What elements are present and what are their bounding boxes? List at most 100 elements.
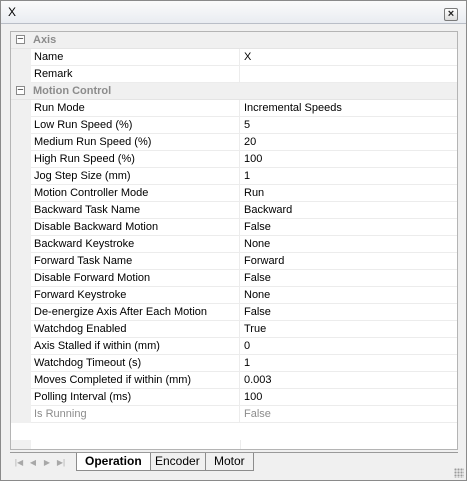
property-row[interactable]: Is Running False (11, 406, 457, 423)
row-margin (11, 236, 31, 253)
collapse-toggle[interactable]: − (16, 33, 25, 45)
row-margin (11, 49, 31, 66)
property-name[interactable]: Motion Controller Mode (32, 185, 240, 201)
property-value[interactable]: False (241, 270, 457, 286)
tab-encoder[interactable]: Encoder (146, 453, 209, 471)
property-name[interactable]: De-energize Axis After Each Motion (32, 304, 240, 320)
property-name[interactable]: Jog Step Size (mm) (32, 168, 240, 184)
tab-navigation: |◀ ◀ ▶ ▶| (12, 456, 68, 469)
property-name[interactable]: Axis Stalled if within (mm) (32, 338, 240, 354)
property-row[interactable]: Motion Controller Mode Run (11, 185, 457, 202)
property-row[interactable]: Forward Task Name Forward (11, 253, 457, 270)
resize-grip[interactable] (454, 468, 464, 478)
row-margin (11, 321, 31, 338)
property-name[interactable]: Medium Run Speed (%) (32, 134, 240, 150)
property-name[interactable]: Forward Task Name (32, 253, 240, 269)
row-margin (11, 304, 31, 321)
minus-icon: − (17, 84, 24, 96)
property-name[interactable]: Is Running (32, 406, 240, 422)
property-value[interactable]: None (241, 236, 457, 252)
property-name[interactable]: Low Run Speed (%) (32, 117, 240, 133)
property-row[interactable]: Run Mode Incremental Speeds (11, 100, 457, 117)
tab-operation[interactable]: Operation (76, 453, 151, 471)
property-value[interactable]: False (241, 304, 457, 320)
property-value[interactable]: False (241, 219, 457, 235)
property-value[interactable]: 0 (241, 338, 457, 354)
property-name[interactable]: Name (32, 49, 240, 65)
property-rows: − Axis Name X Remark − Motion Control Run Mode I… (11, 32, 457, 423)
property-value[interactable]: 1 (241, 355, 457, 371)
row-margin (11, 338, 31, 355)
property-name[interactable]: Moves Completed if within (mm) (32, 372, 240, 388)
first-tab-icon[interactable]: |◀ (12, 456, 26, 469)
title-bar[interactable]: X × (1, 1, 466, 24)
collapse-toggle[interactable]: − (16, 84, 25, 96)
close-button[interactable]: × (444, 8, 458, 21)
property-value[interactable]: 100 (241, 151, 457, 167)
property-grid: − Axis Name X Remark − Motion Control Run Mode I… (10, 31, 458, 450)
property-row[interactable]: Disable Backward Motion False (11, 219, 457, 236)
row-margin (11, 117, 31, 134)
property-value[interactable]: Run (241, 185, 457, 201)
property-value[interactable]: None (241, 287, 457, 303)
row-margin (11, 151, 31, 168)
property-window: X × − Axis Name X Remark − Motion Control Run M… (0, 0, 467, 481)
property-name[interactable]: Watchdog Enabled (32, 321, 240, 337)
row-margin (11, 270, 31, 287)
property-value[interactable]: 100 (241, 389, 457, 405)
property-row[interactable]: Backward Keystroke None (11, 236, 457, 253)
property-value[interactable] (241, 66, 457, 82)
property-row[interactable]: Forward Keystroke None (11, 287, 457, 304)
property-value[interactable]: 5 (241, 117, 457, 133)
property-row[interactable]: Backward Task Name Backward (11, 202, 457, 219)
property-value[interactable]: 1 (241, 168, 457, 184)
row-margin (11, 372, 31, 389)
property-row[interactable]: Name X (11, 49, 457, 66)
category-header[interactable]: − Axis (11, 32, 457, 49)
last-tab-icon[interactable]: ▶| (54, 456, 68, 469)
category-header[interactable]: − Motion Control (11, 83, 457, 100)
property-value[interactable]: X (241, 49, 457, 65)
property-row[interactable]: Watchdog Enabled True (11, 321, 457, 338)
row-margin (11, 406, 31, 423)
property-value[interactable]: 0.003 (241, 372, 457, 388)
row-margin (11, 355, 31, 372)
property-value[interactable]: True (241, 321, 457, 337)
minus-icon: − (17, 33, 24, 45)
property-value[interactable]: Backward (241, 202, 457, 218)
property-name[interactable]: Disable Backward Motion (32, 219, 240, 235)
property-name[interactable]: Watchdog Timeout (s) (32, 355, 240, 371)
property-row[interactable]: Polling Interval (ms) 100 (11, 389, 457, 406)
property-name[interactable]: Remark (32, 66, 240, 82)
property-row[interactable]: Jog Step Size (mm) 1 (11, 168, 457, 185)
tab-motor[interactable]: Motor (205, 453, 254, 471)
property-row[interactable]: High Run Speed (%) 100 (11, 151, 457, 168)
property-name[interactable]: Disable Forward Motion (32, 270, 240, 286)
prev-tab-icon[interactable]: ◀ (26, 456, 40, 469)
property-row[interactable]: Watchdog Timeout (s) 1 (11, 355, 457, 372)
property-value[interactable]: Forward (241, 253, 457, 269)
property-row[interactable]: De-energize Axis After Each Motion False (11, 304, 457, 321)
property-value[interactable]: 20 (241, 134, 457, 150)
property-name[interactable]: Backward Task Name (32, 202, 240, 218)
property-value[interactable]: Incremental Speeds (241, 100, 457, 116)
category-label: Axis (33, 34, 57, 46)
property-name[interactable]: Run Mode (32, 100, 240, 116)
row-margin (11, 253, 31, 270)
property-name[interactable]: High Run Speed (%) (32, 151, 240, 167)
property-row[interactable]: Medium Run Speed (%) 20 (11, 134, 457, 151)
property-row[interactable]: Axis Stalled if within (mm) 0 (11, 338, 457, 355)
property-row[interactable]: Disable Forward Motion False (11, 270, 457, 287)
next-tab-icon[interactable]: ▶ (40, 456, 54, 469)
property-name[interactable]: Forward Keystroke (32, 287, 240, 303)
property-row[interactable]: Low Run Speed (%) 5 (11, 117, 457, 134)
window-title: X (8, 5, 17, 19)
row-margin (11, 185, 31, 202)
property-row[interactable]: Moves Completed if within (mm) 0.003 (11, 372, 457, 389)
row-margin (11, 100, 31, 117)
property-row[interactable]: Remark (11, 66, 457, 83)
close-icon: × (447, 8, 455, 20)
property-name[interactable]: Polling Interval (ms) (32, 389, 240, 405)
row-margin (11, 66, 31, 83)
property-name[interactable]: Backward Keystroke (32, 236, 240, 252)
